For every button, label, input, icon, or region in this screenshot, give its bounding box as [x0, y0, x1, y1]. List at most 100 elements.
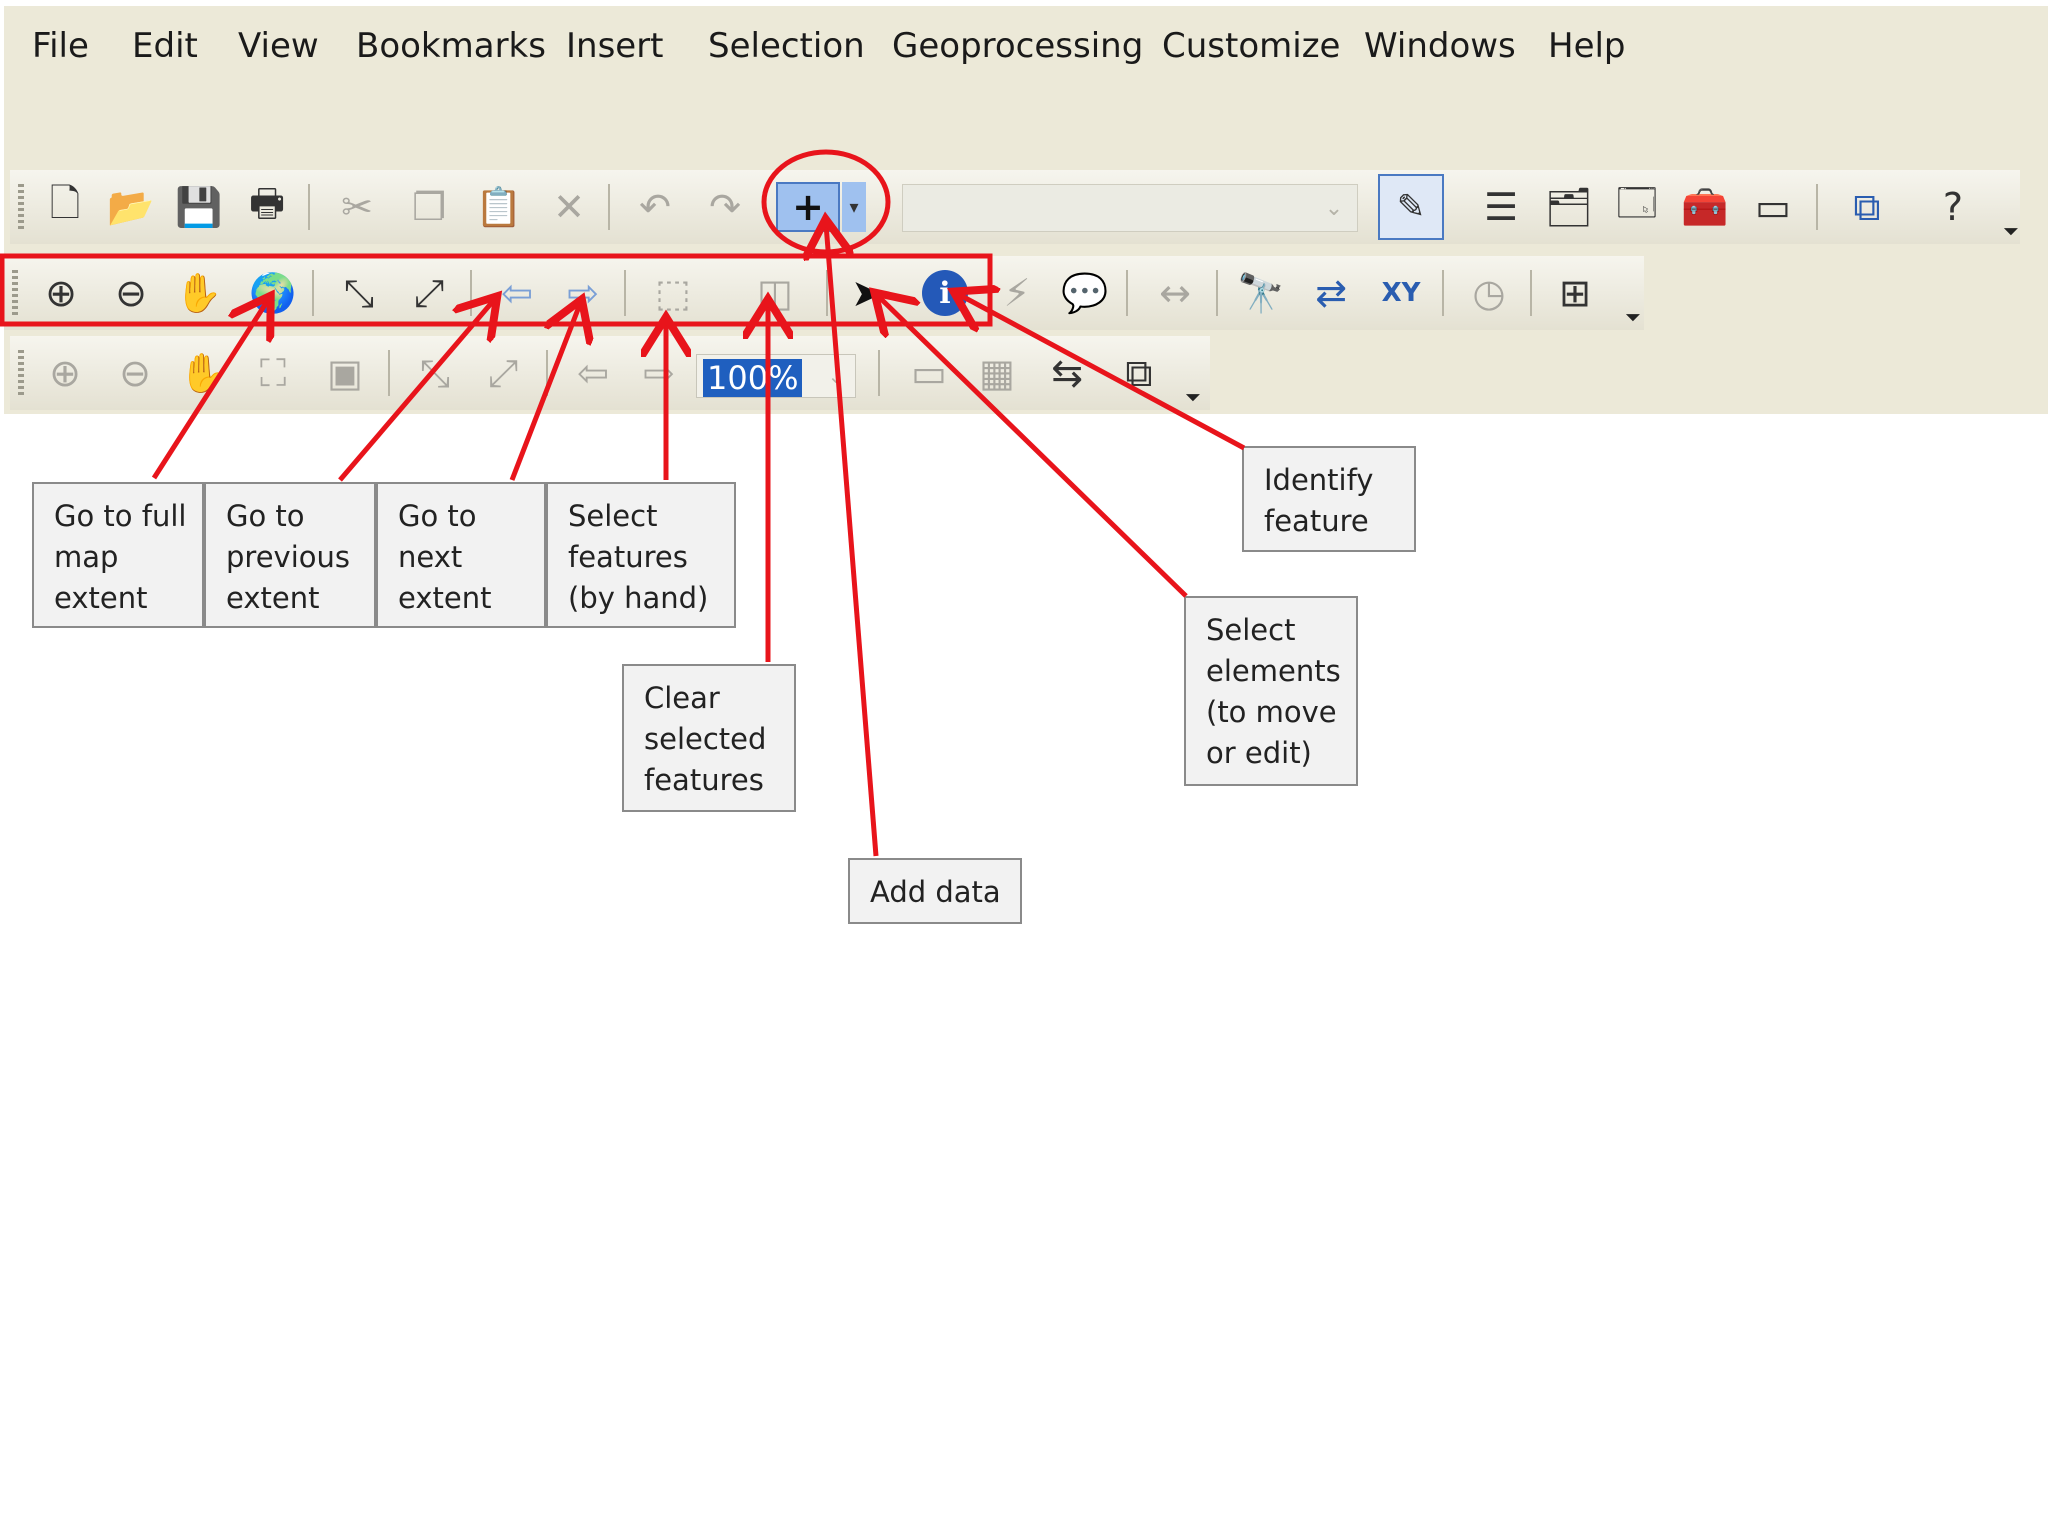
- menu-bookmarks[interactable]: Bookmarks: [356, 26, 546, 66]
- toolbar-separator: [546, 350, 548, 396]
- toolbar-grip[interactable]: [18, 350, 24, 396]
- time-slider-icon[interactable]: ◷: [1464, 268, 1514, 318]
- menu-windows[interactable]: Windows: [1364, 26, 1516, 66]
- layout-toolbar: ⊕ ⊖ ✋ ⛶ ▣ ⤡ ⤢ ⇦ ⇨ 100% ⌄ ▭ ▦ ⇆ ⧉ ⏷: [10, 336, 1210, 410]
- menu-bar: File Edit View Bookmarks Insert Selectio…: [4, 6, 2048, 90]
- add-data-dropdown-arrow-icon[interactable]: ▾: [842, 182, 866, 232]
- select-elements-button[interactable]: ➤: [842, 268, 892, 318]
- callout-add-data: Add data: [848, 858, 1022, 924]
- toolbar-separator: [624, 270, 626, 316]
- toolbar-options-icon[interactable]: ⏷: [1622, 305, 1644, 329]
- toolbar-options-icon[interactable]: ⏷: [2000, 219, 2022, 243]
- toolbar-separator: [1442, 270, 1444, 316]
- layout-zoom-out-icon[interactable]: ⊖: [110, 348, 160, 398]
- standard-toolbar: 🗋 📂 💾 🖶 ✂ ❐ 📋 ✕ ↶ ↷ + ▾ ⌄ ✎ ☰ 🗂 🗔 🧰 ▭ ⧉: [10, 170, 2020, 244]
- save-icon[interactable]: 💾: [174, 182, 224, 232]
- zoom-out-icon[interactable]: ⊖: [106, 268, 156, 318]
- new-document-icon[interactable]: 🗋: [40, 181, 90, 232]
- layout-fixed-zoom-out-icon[interactable]: ⤢: [478, 348, 528, 398]
- copy-icon[interactable]: ❐: [404, 182, 454, 232]
- toolbar-separator: [878, 350, 880, 396]
- layout-pan-icon[interactable]: ✋: [178, 348, 228, 398]
- toggle-draft-mode-icon[interactable]: ▭: [904, 348, 954, 398]
- menu-customize[interactable]: Customize: [1162, 26, 1340, 66]
- toolbar-separator: [608, 184, 610, 230]
- clear-selection-button[interactable]: ◫: [750, 268, 800, 318]
- layout-fixed-zoom-in-icon[interactable]: ⤡: [410, 348, 460, 398]
- menu-insert[interactable]: Insert: [566, 26, 664, 66]
- create-viewer-window-icon[interactable]: ⊞: [1550, 268, 1600, 318]
- paste-icon[interactable]: 📋: [474, 182, 524, 232]
- toolbar-options-icon[interactable]: ⏷: [1182, 385, 1204, 409]
- find-route-icon[interactable]: ⇄: [1306, 268, 1356, 318]
- go-to-xy-icon[interactable]: XY: [1376, 268, 1426, 318]
- layer-combo-box[interactable]: ⌄: [902, 184, 1358, 232]
- callout-select-by-hand: Select features (by hand): [546, 482, 736, 628]
- toolbar-separator: [1530, 270, 1532, 316]
- toolbar-separator: [1216, 270, 1218, 316]
- chevron-down-icon[interactable]: ⌄: [1315, 189, 1353, 227]
- delete-icon[interactable]: ✕: [544, 182, 594, 232]
- annotated-screenshot: File Edit View Bookmarks Insert Selectio…: [0, 0, 2048, 1536]
- editor-toolbar-icon[interactable]: ✎: [1378, 174, 1444, 240]
- python-window-icon[interactable]: ▭: [1748, 182, 1798, 232]
- identify-button[interactable]: ℹ: [922, 270, 968, 316]
- hyperlink-icon[interactable]: ⚡: [992, 268, 1042, 318]
- callout-full-extent: Go to full map extent: [32, 482, 204, 628]
- callout-select-elements: Select elements (to move or edit): [1184, 596, 1358, 786]
- print-icon[interactable]: 🖶: [242, 181, 292, 232]
- menu-help[interactable]: Help: [1548, 26, 1626, 66]
- layout-next-extent-icon[interactable]: ⇨: [634, 348, 684, 398]
- redo-icon[interactable]: ↷: [700, 182, 750, 232]
- callout-clear-selected: Clear selected features: [622, 664, 796, 812]
- zoom-whole-page-icon[interactable]: ⛶: [248, 348, 298, 398]
- toolbar-grip[interactable]: [18, 184, 24, 230]
- arcmap-toolbar-panel: File Edit View Bookmarks Insert Selectio…: [4, 6, 2048, 414]
- fixed-zoom-in-icon[interactable]: ⤡: [334, 268, 384, 318]
- pan-hand-icon[interactable]: ✋: [174, 268, 224, 318]
- menu-edit[interactable]: Edit: [132, 26, 198, 66]
- arctoolbox-icon[interactable]: 🧰: [1680, 182, 1730, 232]
- layout-previous-extent-icon[interactable]: ⇦: [568, 348, 618, 398]
- toolbar-separator: [312, 270, 314, 316]
- data-driven-pages-icon[interactable]: ⧉: [1114, 348, 1164, 398]
- open-folder-icon[interactable]: 📂: [106, 182, 156, 232]
- toolbar-grip[interactable]: [12, 270, 18, 316]
- menu-geoprocessing[interactable]: Geoprocessing: [892, 26, 1143, 66]
- previous-extent-button[interactable]: ⇦: [492, 268, 542, 318]
- select-features-button[interactable]: ⬚: [648, 268, 698, 318]
- find-binoculars-icon[interactable]: 🔭: [1236, 268, 1286, 318]
- search-window-icon[interactable]: 🗔: [1612, 181, 1662, 232]
- cut-icon[interactable]: ✂: [332, 182, 382, 232]
- layout-zoom-value[interactable]: 100%: [703, 359, 803, 397]
- toolbar-separator: [826, 270, 828, 316]
- toolbar-separator: [388, 350, 390, 396]
- zoom-100-percent-icon[interactable]: ▣: [320, 348, 370, 398]
- callout-next-extent: Go to next extent: [376, 482, 546, 628]
- zoom-in-icon[interactable]: ⊕: [36, 268, 86, 318]
- layout-zoom-combo[interactable]: 100% ⌄: [696, 354, 856, 398]
- whats-this-help-icon[interactable]: ?: [1928, 182, 1978, 232]
- menu-file[interactable]: File: [32, 26, 89, 66]
- full-extent-button[interactable]: 🌍: [248, 268, 298, 318]
- modelbuilder-icon[interactable]: ⧉: [1842, 182, 1892, 232]
- callout-identify: Identify feature: [1242, 446, 1416, 552]
- tools-toolbar: ⊕ ⊖ ✋ 🌍 ⤡ ⤢ ⇦ ⇨ ⬚ ◫ ➤ ℹ ⚡ 💬 ↔ 🔭 ⇄ XY ◷ ⊞…: [4, 256, 1644, 330]
- chevron-down-icon[interactable]: ⌄: [821, 359, 851, 393]
- toolbar-separator: [470, 270, 472, 316]
- add-data-button[interactable]: +: [776, 182, 840, 232]
- toolbar-separator: [1126, 270, 1128, 316]
- table-of-contents-icon[interactable]: ☰: [1476, 182, 1526, 232]
- html-popup-icon[interactable]: 💬: [1060, 268, 1110, 318]
- menu-view[interactable]: View: [238, 26, 319, 66]
- change-layout-icon[interactable]: ⇆: [1042, 348, 1092, 398]
- next-extent-button[interactable]: ⇨: [558, 268, 608, 318]
- callout-previous-extent: Go to previous extent: [204, 482, 376, 628]
- layout-zoom-in-icon[interactable]: ⊕: [40, 348, 90, 398]
- catalog-icon[interactable]: 🗂: [1544, 182, 1594, 232]
- undo-icon[interactable]: ↶: [630, 182, 680, 232]
- menu-selection[interactable]: Selection: [708, 26, 865, 66]
- focus-data-frame-icon[interactable]: ▦: [972, 348, 1022, 398]
- fixed-zoom-out-icon[interactable]: ⤢: [404, 268, 454, 318]
- measure-icon[interactable]: ↔: [1150, 268, 1200, 318]
